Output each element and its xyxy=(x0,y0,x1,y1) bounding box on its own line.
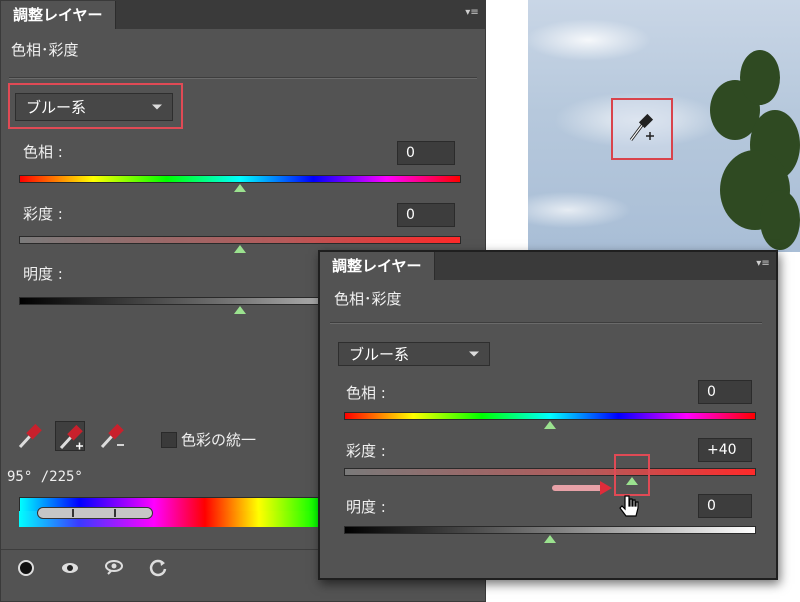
photo-tree xyxy=(690,40,800,252)
saturation-slider-track[interactable] xyxy=(19,236,461,244)
eyedropper-plus-icon[interactable] xyxy=(55,421,85,451)
panel-tabbar: 調整レイヤー ▾≡ xyxy=(1,1,485,29)
photo-eyedropper-highlight[interactable] xyxy=(611,98,673,160)
dropdown-highlight xyxy=(8,83,183,129)
panel-tabbar: 調整レイヤー ▾≡ xyxy=(320,252,776,280)
divider xyxy=(330,322,762,324)
color-range-selector[interactable] xyxy=(37,507,153,519)
visibility-icon[interactable] xyxy=(103,557,125,579)
tab-adjustment-layer[interactable]: 調整レイヤー xyxy=(1,1,116,29)
hue-slider-knob[interactable] xyxy=(234,184,246,192)
divider xyxy=(9,77,477,79)
cursor-hand-icon xyxy=(619,495,639,517)
lightness-label: 明度 : xyxy=(23,265,63,283)
lightness-slider-track[interactable] xyxy=(344,526,756,534)
tab-adjustment-layer[interactable]: 調整レイヤー xyxy=(320,252,435,280)
range-tick[interactable] xyxy=(114,509,116,517)
hue-value-field[interactable]: 0 xyxy=(397,141,455,165)
saturation-label: 彩度 : xyxy=(23,205,63,223)
hue-label: 色相 : xyxy=(346,384,386,402)
dropdown-value: ブルー系 xyxy=(349,345,410,364)
hue-value-field[interactable]: 0 xyxy=(698,380,752,404)
chevron-down-icon xyxy=(469,351,479,357)
hue-slider-track[interactable] xyxy=(344,412,756,420)
saturation-value-field[interactable]: +40 xyxy=(698,438,752,462)
annotation-arrow xyxy=(552,485,604,491)
saturation-slider-track[interactable] xyxy=(344,468,756,476)
annotation-arrow-head xyxy=(600,481,612,495)
panel-menu-icon[interactable]: ▾≡ xyxy=(465,7,479,19)
range-readout: 95° /225° xyxy=(7,469,83,485)
eye-icon[interactable] xyxy=(59,557,81,579)
colorize-checkbox[interactable] xyxy=(161,432,177,448)
panel-subtitle: 色相･彩度 xyxy=(11,41,79,59)
reset-icon[interactable] xyxy=(147,557,169,579)
saturation-label: 彩度 : xyxy=(346,442,386,460)
colorize-label: 色彩の統一 xyxy=(181,431,257,449)
saturation-value-field[interactable]: 0 xyxy=(397,203,455,227)
range-tick[interactable] xyxy=(72,509,74,517)
eyedropper-plus-icon xyxy=(629,113,654,141)
eyedropper-icon[interactable] xyxy=(15,421,45,451)
saturation-knob-highlight xyxy=(614,454,650,496)
preset-dropdown[interactable]: ブルー系 xyxy=(338,342,490,366)
hue-slider-knob[interactable] xyxy=(544,421,556,429)
lightness-slider-knob[interactable] xyxy=(234,306,246,314)
panel-menu-icon[interactable]: ▾≡ xyxy=(756,258,770,270)
hue-slider-track[interactable] xyxy=(19,175,461,183)
hue-label: 色相 : xyxy=(23,143,63,161)
lightness-slider-knob[interactable] xyxy=(544,535,556,543)
panel-subtitle: 色相･彩度 xyxy=(334,290,402,308)
eyedropper-minus-icon[interactable] xyxy=(97,421,127,451)
saturation-slider-knob[interactable] xyxy=(234,245,246,253)
lightness-value-field[interactable]: 0 xyxy=(698,494,752,518)
mask-icon[interactable] xyxy=(15,557,37,579)
adjustment-panel-zoomed: 調整レイヤー ▾≡ 色相･彩度 ブルー系 色相 : 0 彩度 : +40 明度 … xyxy=(318,250,778,580)
lightness-label: 明度 : xyxy=(346,498,386,516)
